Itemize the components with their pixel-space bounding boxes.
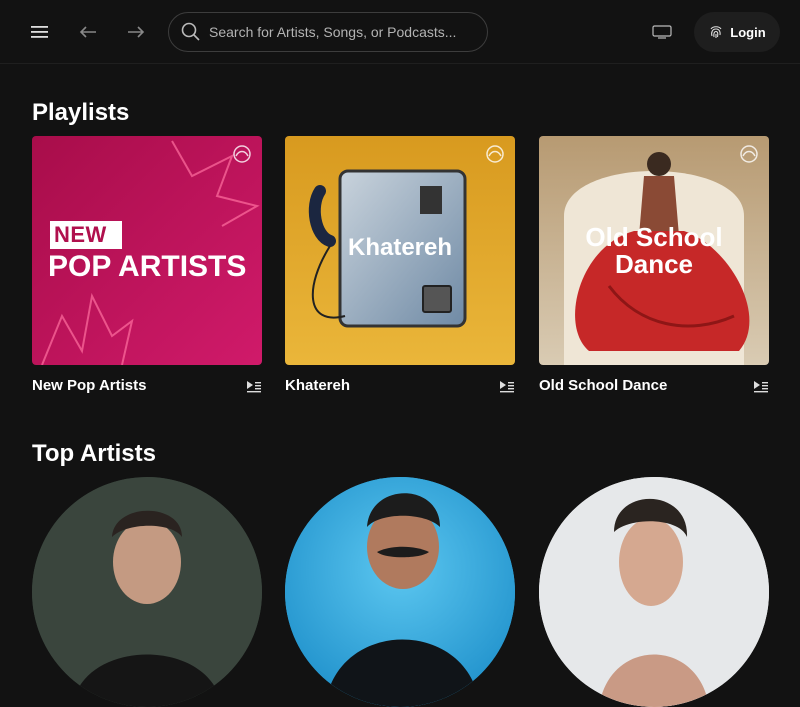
playlist-title[interactable]: Old School Dance [539,377,667,394]
artist-photo [32,477,262,707]
tv-icon [652,25,672,39]
cover-badge-text: NEW [54,222,107,247]
brand-logo-icon [233,145,251,163]
back-button[interactable] [76,20,100,44]
tv-mode-button[interactable] [648,20,676,44]
artist-photo [285,477,515,707]
playlists-heading: Playlists [32,99,130,126]
artist-avatar[interactable] [285,477,515,707]
search-bar[interactable] [168,12,488,52]
cover-title-line1: Old School [585,222,723,252]
playlist-card[interactable]: NEW POP ARTISTS New Pop Artists [32,136,262,394]
playlist-title[interactable]: Khatereh [285,377,350,394]
search-input[interactable] [209,24,479,40]
playlist-title[interactable]: New Pop Artists [32,377,146,394]
cover-title-line2: Dance [614,249,694,279]
artist-avatar[interactable] [32,477,262,707]
playlist-cover[interactable]: NEW POP ARTISTS [32,136,262,365]
search-icon [181,22,200,41]
forward-button[interactable] [124,20,148,44]
brand-logo-icon [486,145,504,163]
menu-icon [31,26,48,38]
top-artists-heading: Top Artists [32,440,156,467]
playlist-cover[interactable]: Khatereh [285,136,515,365]
playlist-cover[interactable]: Old School Dance [539,136,769,365]
login-button[interactable]: Login [694,12,780,52]
login-label: Login [730,24,766,40]
add-to-queue-icon[interactable] [246,379,262,393]
back-arrow-icon [79,26,96,38]
artist-photo [539,477,769,707]
artist-avatar[interactable] [539,477,769,707]
add-to-queue-icon[interactable] [753,379,769,393]
cover-title-text: POP ARTISTS [48,250,247,283]
brand-logo-icon [740,145,758,163]
add-to-queue-icon[interactable] [499,379,515,393]
menu-button[interactable] [26,20,54,44]
playlist-card[interactable]: Old School Dance Old School Dance [539,136,769,394]
cover-title-text: Khatereh [347,234,453,261]
forward-arrow-icon [128,26,145,38]
top-bar: Login [0,0,800,64]
playlist-card[interactable]: Khatereh Khatereh [285,136,515,394]
fingerprint-icon [710,26,722,38]
